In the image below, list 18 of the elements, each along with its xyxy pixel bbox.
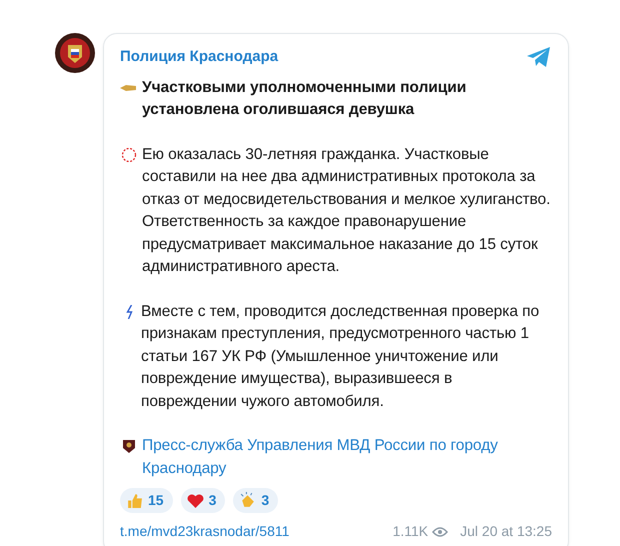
view-count: 1.11K xyxy=(392,522,428,541)
lightning-icon xyxy=(125,304,134,318)
telegram-icon[interactable] xyxy=(526,46,552,68)
post-paragraph: Вместе с тем, проводится доследственная проверка по признакам преступления, предусмотренного частью 1 статьи 167 УК РФ (Умышленное уничтожение или повреждение имущества), выразившееся в повреждении чужого автомобиля. xyxy=(141,302,540,412)
reaction-button[interactable]: 3 xyxy=(180,488,226,513)
post-paragraph: Ею оказалась 30-летняя гражданка. Участковые составили на нее два административных протокола за отказ от медосвидетельствования и мелкое хулиганство. Ответственность за каждое правонарушение предусматривает максимальное наказание до 15 суток административного ареста. xyxy=(142,144,552,277)
channel-avatar[interactable] xyxy=(55,33,95,73)
post-link[interactable]: t.me/mvd23krasnodar/5811 xyxy=(120,521,290,542)
heart-icon xyxy=(186,492,204,509)
police-badge-icon xyxy=(120,439,138,453)
source-link[interactable]: Пресс-служба Управления МВД России по городу Краснодару xyxy=(142,435,552,480)
post-date: Jul 20 at 13:25 xyxy=(460,522,552,541)
reaction-button[interactable]: 15 xyxy=(120,488,173,513)
post-heading: Участковыми уполномоченными полиции установлена оголившаяся девушка xyxy=(142,78,468,120)
channel-name[interactable]: Полиция Краснодара xyxy=(120,46,278,68)
thumbs-up-icon xyxy=(126,492,143,509)
eye-icon xyxy=(432,526,448,538)
reaction-button[interactable]: 3 xyxy=(233,488,278,513)
